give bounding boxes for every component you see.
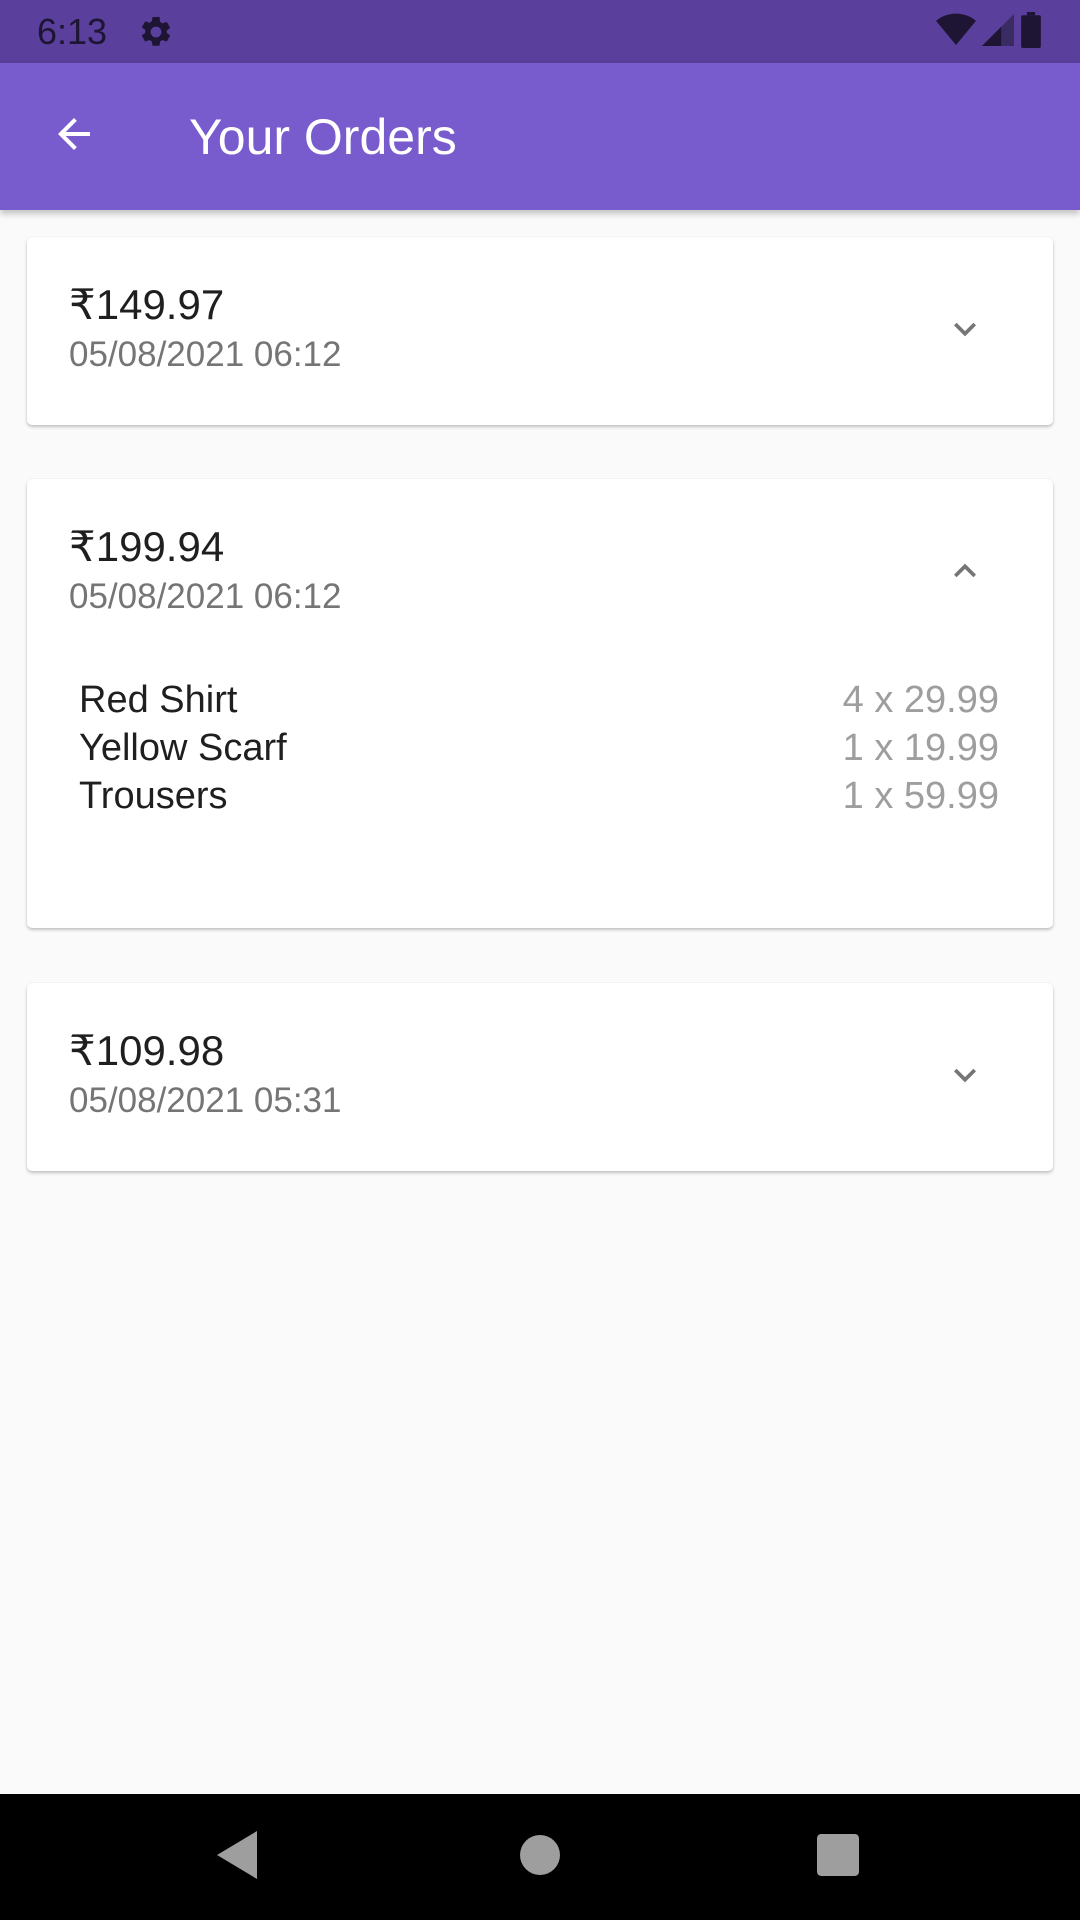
app-bar: Your Orders — [0, 63, 1080, 210]
order-card[interactable]: ₹109.98 05/08/2021 05:31 — [27, 983, 1053, 1171]
order-amount: ₹149.97 — [69, 281, 225, 328]
item-quantity: 4 x 29.99 — [842, 679, 999, 721]
order-card-expanded[interactable]: ₹199.94 05/08/2021 06:12 Red Shirt 4 x 2… — [27, 479, 1053, 928]
signal-icon — [982, 13, 1014, 52]
order-item-row: Trousers 1 x 59.99 — [79, 772, 999, 820]
nav-back-button[interactable] — [209, 1827, 269, 1887]
item-name: Trousers — [79, 775, 228, 817]
order-date: 05/08/2021 06:12 — [69, 335, 342, 374]
expand-button[interactable] — [937, 303, 993, 359]
chevron-up-icon — [943, 549, 987, 598]
order-card[interactable]: ₹149.97 05/08/2021 06:12 — [27, 237, 1053, 425]
item-quantity: 1 x 19.99 — [842, 727, 999, 769]
nav-home-button[interactable] — [510, 1827, 570, 1887]
chevron-down-icon — [943, 1053, 987, 1102]
collapse-button[interactable] — [937, 545, 993, 601]
expand-button[interactable] — [937, 1049, 993, 1105]
recents-square-icon — [817, 1833, 859, 1881]
order-item-row: Yellow Scarf 1 x 19.99 — [79, 724, 999, 772]
page-title: Your Orders — [189, 109, 457, 165]
order-amount: ₹199.94 — [69, 523, 225, 570]
nav-recents-button[interactable] — [808, 1827, 868, 1887]
battery-icon — [1020, 11, 1042, 53]
back-triangle-icon — [217, 1830, 261, 1884]
chevron-down-icon — [943, 307, 987, 356]
order-item-row: Red Shirt 4 x 29.99 — [79, 676, 999, 724]
order-date: 05/08/2021 05:31 — [69, 1081, 342, 1120]
order-amount: ₹109.98 — [69, 1027, 225, 1074]
gear-icon — [138, 14, 174, 50]
status-time: 6:13 — [37, 11, 108, 52]
wifi-icon — [936, 13, 976, 52]
orders-screen: 6:13 Your Orders ₹149.97 05/08/2021 06:1… — [0, 0, 1080, 1920]
home-circle-icon — [520, 1834, 560, 1880]
order-date: 05/08/2021 06:12 — [69, 577, 342, 616]
back-button[interactable] — [36, 99, 111, 174]
order-items-list: Red Shirt 4 x 29.99 Yellow Scarf 1 x 19.… — [79, 676, 999, 820]
item-quantity: 1 x 59.99 — [842, 775, 999, 817]
item-name: Yellow Scarf — [79, 727, 287, 769]
status-bar: 6:13 — [0, 0, 1080, 63]
item-name: Red Shirt — [79, 679, 238, 721]
status-icons — [936, 11, 1042, 53]
arrow-back-icon — [50, 110, 98, 163]
system-nav-bar — [0, 1794, 1080, 1920]
